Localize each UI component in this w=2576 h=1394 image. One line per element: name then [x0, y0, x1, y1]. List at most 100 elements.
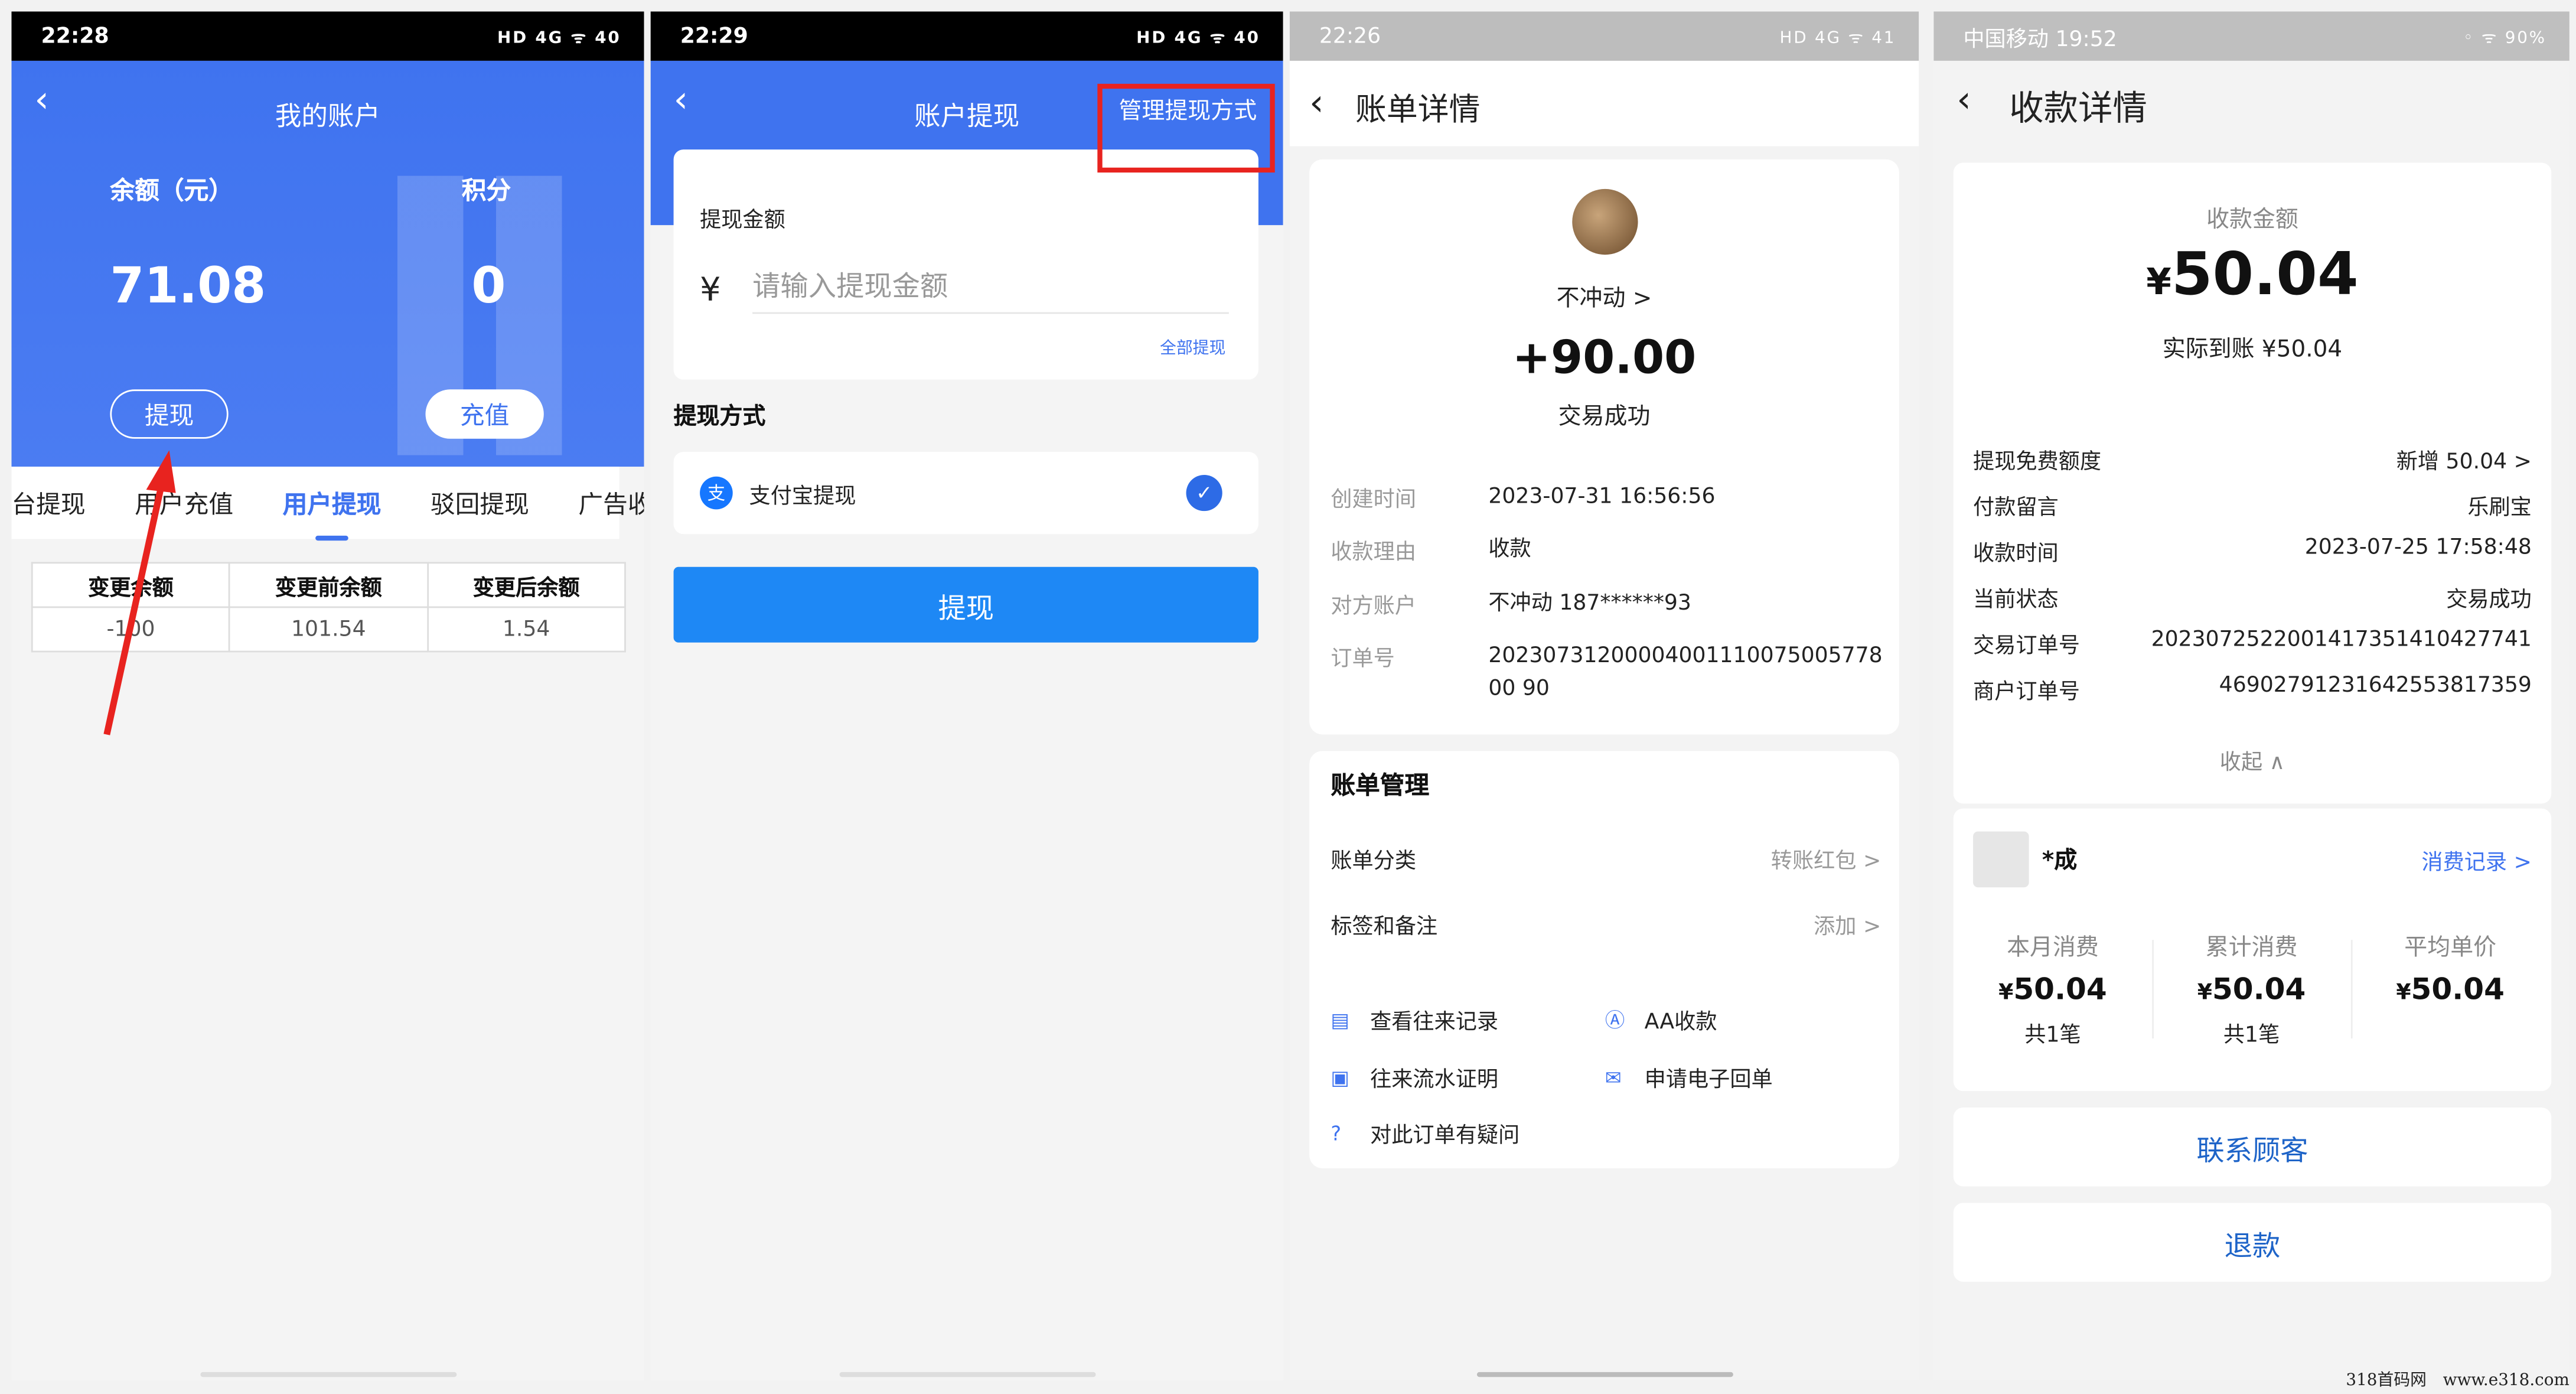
status-time: 22:29	[680, 24, 748, 49]
stat-count: 共1笔	[2223, 1024, 2280, 1048]
item-value: 添加 >	[1814, 915, 1882, 940]
account-header: ‹ 我的账户 余额（元） 积分 71.08 0 提现 充值	[11, 60, 644, 467]
tab-ad-income[interactable]: 广告收	[554, 486, 644, 520]
detail-key: 提现免费额度	[1973, 450, 2102, 475]
stat-number: 50.04	[2411, 972, 2505, 1008]
tab-user-withdraw[interactable]: 用户提现	[258, 486, 406, 540]
collapse-toggle[interactable]: 收起 ∧	[1954, 744, 2552, 776]
tab-rejected-withdraw[interactable]: 驳回提现	[406, 486, 553, 520]
view-history-action[interactable]: ▤ 查看往来记录	[1331, 1004, 1498, 1035]
manage-methods-link[interactable]: 管理提现方式	[1119, 94, 1257, 127]
payer-name[interactable]: 不冲动 >	[1309, 281, 1899, 314]
table-header: 变更余额	[31, 562, 231, 608]
status-bar: 22:29 HD 4G ᯤ 40	[650, 11, 1283, 61]
detail-value: 2023-07-25 17:58:48	[2304, 535, 2532, 561]
stat-value: ¥50.04	[2351, 973, 2550, 1007]
detail-value[interactable]: 新增 50.04 >	[2396, 444, 2532, 475]
stat-label: 平均单价	[2404, 934, 2497, 962]
consumption-records-link[interactable]: 消费记录 >	[2421, 845, 2531, 876]
status-icons: HD 4G ᯤ 41	[1779, 30, 1896, 48]
customer-avatar	[1973, 831, 2029, 888]
withdraw-all-link[interactable]: 全部提现	[1160, 334, 1225, 359]
detail-key: 创建时间	[1331, 488, 1417, 513]
currency-symbol: ¥	[2197, 981, 2212, 1006]
stat-average: 平均单价 ¥50.04	[2351, 930, 2550, 1007]
method-name: 支付宝提现	[749, 484, 856, 509]
amount-input[interactable]	[752, 261, 1229, 314]
detail-row: 付款留言 乐刷宝	[1973, 490, 2532, 521]
action-label: AA收款	[1644, 1010, 1717, 1035]
status-icons: ◦ ᯤ 90%	[2463, 30, 2546, 48]
points-value: 0	[471, 258, 506, 316]
watermark: 318首码网 www.e318.com	[2346, 1372, 2570, 1390]
stat-label: 累计消费	[2205, 934, 2298, 962]
tab-platform-withdraw[interactable]: 台提现	[11, 486, 110, 520]
action-label: 查看往来记录	[1370, 1010, 1499, 1035]
withdraw-button[interactable]: 提现	[110, 389, 229, 439]
detail-row: 订单号 2023073120000400111007500577800 90	[1331, 641, 1883, 706]
stat-value: ¥50.04	[1954, 973, 2153, 1007]
bill-status: 交易成功	[1558, 404, 1651, 431]
status-bar: 中国移动 19:52 ◦ ᯤ 90%	[1933, 11, 2570, 61]
stat-number: 50.04	[2212, 972, 2306, 1008]
detail-row: 收款时间 2023-07-25 17:58:48	[1973, 536, 2532, 567]
customer-card: *成 消费记录 > 本月消费 ¥50.04 共1笔 累计消费 ¥50.04 共1…	[1953, 808, 2552, 1092]
balance-value: 71.08	[110, 258, 266, 316]
detail-value: 2023-07-31 16:56:56	[1488, 484, 1716, 510]
order-question-action[interactable]: ? 对此订单有疑问	[1331, 1118, 1519, 1149]
receipt-amount: ¥50.04	[1954, 242, 2552, 309]
status-bar: 22:26 HD 4G ᯤ 41	[1289, 11, 1919, 61]
statement-proof-action[interactable]: ▣ 往来流水证明	[1331, 1061, 1498, 1093]
stat-total: 累计消费 ¥50.04 共1笔	[2152, 930, 2351, 1048]
submit-withdraw-button[interactable]: 提现	[673, 566, 1258, 643]
page-title: 我的账户	[275, 100, 381, 132]
bill-card: 不冲动 > +90.00 交易成功 创建时间 2023-07-31 16:56:…	[1309, 159, 1899, 735]
action-label: 对此订单有疑问	[1370, 1123, 1520, 1149]
table-header: 变更前余额	[229, 562, 429, 608]
status-time: 中国移动 19:52	[1963, 27, 2117, 52]
bill-category-item[interactable]: 账单分类 转账红包 >	[1331, 843, 1881, 874]
bill-management-card: 账单管理 账单分类 转账红包 > 标签和备注 添加 > ▤ 查看往来记录 Ⓐ A…	[1309, 751, 1899, 1168]
phone-bill-detail: 22:26 HD 4G ᯤ 41 ‹ 账单详情 不冲动 > +90.00 交易成…	[1289, 11, 1919, 1380]
contact-customer-button[interactable]: 联系顾客	[1953, 1107, 2552, 1187]
item-value: 转账红包 >	[1770, 849, 1882, 874]
avatar[interactable]	[1572, 188, 1638, 255]
recharge-button[interactable]: 充值	[425, 389, 544, 439]
balance-label: 余额（元）	[110, 175, 234, 206]
balance-change-table: 变更余额 变更前余额 变更后余额 -100 101.54 1.54	[31, 562, 626, 653]
aa-collect-action[interactable]: Ⓐ AA收款	[1605, 1004, 1717, 1035]
detail-row: 对方账户 不冲动 187******93	[1331, 588, 1883, 621]
aa-icon: Ⓐ	[1605, 1009, 1625, 1033]
detail-key: 订单号	[1331, 647, 1395, 672]
e-receipt-action[interactable]: ✉ 申请电子回单	[1605, 1061, 1773, 1093]
currency-symbol: ¥	[2146, 263, 2171, 304]
page-title: 收款详情	[2009, 89, 2147, 128]
alipay-method-option[interactable]: 支 支付宝提现 ✓	[673, 452, 1258, 535]
detail-value: 交易成功	[2446, 588, 2532, 613]
detail-row: 创建时间 2023-07-31 16:56:56	[1331, 481, 1883, 514]
table-cell: 1.54	[426, 606, 626, 653]
method-title: 提现方式	[673, 404, 766, 431]
back-arrow-icon[interactable]: ‹	[1957, 80, 1971, 122]
item-label: 标签和备注	[1331, 915, 1438, 940]
currency-symbol: ¥	[2396, 981, 2411, 1006]
detail-row: 收款理由 收款	[1331, 534, 1883, 567]
stat-value: ¥50.04	[2152, 973, 2351, 1007]
stat-label: 本月消费	[2007, 934, 2099, 962]
tags-notes-item[interactable]: 标签和备注 添加 >	[1331, 908, 1881, 940]
back-arrow-icon[interactable]: ‹	[1309, 84, 1324, 125]
table-header-row: 变更余额 变更前余额 变更后余额	[31, 562, 626, 608]
refund-button[interactable]: 退款	[1953, 1203, 2552, 1282]
detail-value: 2023073120000400111007500577800 90	[1488, 644, 1883, 702]
detail-key: 交易订单号	[1973, 634, 2080, 659]
section-title: 账单管理	[1331, 770, 1430, 800]
tab-user-recharge[interactable]: 用户充值	[110, 486, 257, 520]
table-row: -100 101.54 1.54	[31, 606, 626, 653]
table-cell: 101.54	[229, 606, 429, 653]
status-icons: HD 4G ᯤ 40	[497, 30, 621, 48]
phone-withdraw: 22:29 HD 4G ᯤ 40 ‹ 账户提现 管理提现方式 提现金额 ¥ 全部…	[650, 11, 1283, 1380]
document-icon: ▣	[1331, 1066, 1349, 1089]
stat-month: 本月消费 ¥50.04 共1笔	[1954, 930, 2153, 1048]
action-label: 申请电子回单	[1644, 1068, 1773, 1093]
detail-row: 当前状态 交易成功	[1973, 582, 2532, 613]
